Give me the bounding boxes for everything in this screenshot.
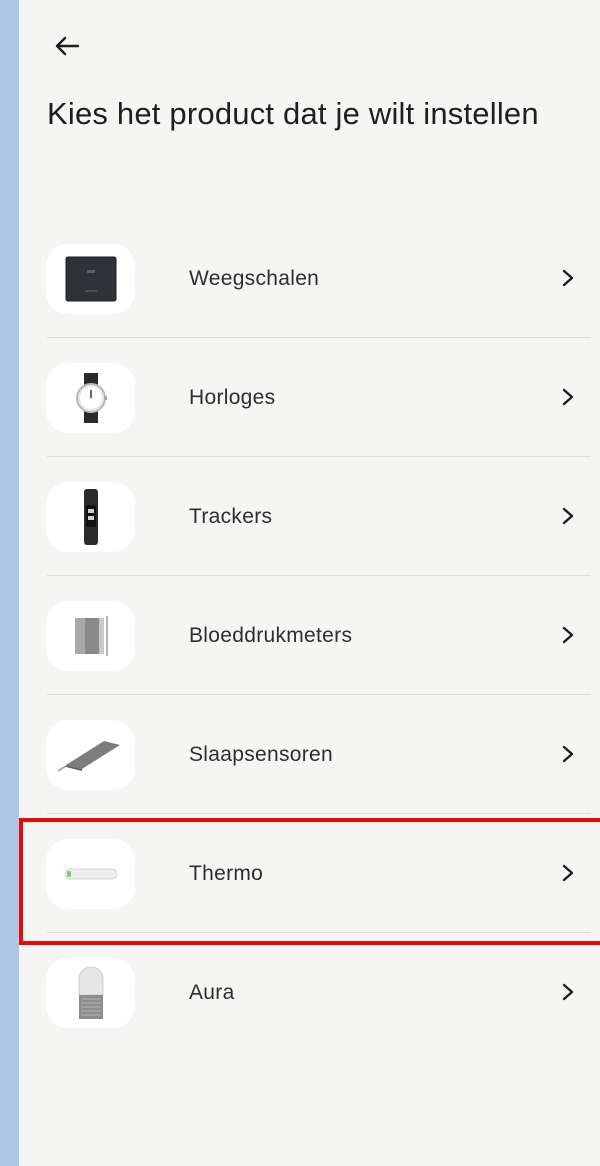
thermometer-icon	[64, 868, 117, 880]
product-label: Slaapsensoren	[189, 743, 333, 766]
product-label: Thermo	[189, 862, 264, 885]
product-label: Bloeddrukmeters	[189, 624, 353, 647]
back-button[interactable]	[47, 26, 87, 66]
chevron-right-icon	[558, 266, 578, 290]
chevron-right-icon	[558, 980, 578, 1004]
aura-device-icon	[78, 966, 103, 1019]
app-screen: Kies het product dat je wilt instellen W…	[19, 0, 600, 1166]
product-item-trackers[interactable]: Trackers	[19, 457, 600, 576]
page-title: Kies het product dat je wilt instellen	[47, 96, 539, 131]
product-item-bloeddrukmeters[interactable]: Bloeddrukmeters	[19, 576, 600, 695]
product-thumbnail	[46, 958, 135, 1028]
chevron-right-icon	[558, 504, 578, 528]
product-item-weegschalen[interactable]: Weegschalen	[19, 219, 600, 338]
chevron-right-icon	[558, 861, 578, 885]
chevron-right-icon	[558, 623, 578, 647]
scale-icon	[65, 256, 116, 302]
arrow-left-icon	[55, 36, 80, 56]
product-thumbnail	[46, 244, 135, 314]
product-item-aura[interactable]: Aura	[19, 933, 600, 1052]
chevron-right-icon	[558, 742, 578, 766]
product-label: Horloges	[189, 386, 276, 409]
sleep-sensor-icon	[57, 741, 120, 772]
watch-icon	[75, 373, 107, 423]
product-label: Trackers	[189, 505, 273, 528]
chevron-right-icon	[558, 385, 578, 409]
product-thumbnail	[46, 720, 135, 790]
product-item-slaapsensoren[interactable]: Slaapsensoren	[19, 695, 600, 814]
product-label: Aura	[189, 981, 235, 1004]
product-item-thermo[interactable]: Thermo	[19, 814, 600, 933]
product-thumbnail	[46, 839, 135, 909]
product-thumbnail	[46, 482, 135, 552]
product-list: Weegschalen Horloges Trackers Bloeddrukm…	[19, 219, 600, 1052]
product-thumbnail	[46, 363, 135, 433]
blood-pressure-monitor-icon	[74, 616, 108, 656]
tracker-icon	[83, 489, 98, 545]
product-item-horloges[interactable]: Horloges	[19, 338, 600, 457]
product-thumbnail	[46, 601, 135, 671]
product-label: Weegschalen	[189, 267, 320, 290]
